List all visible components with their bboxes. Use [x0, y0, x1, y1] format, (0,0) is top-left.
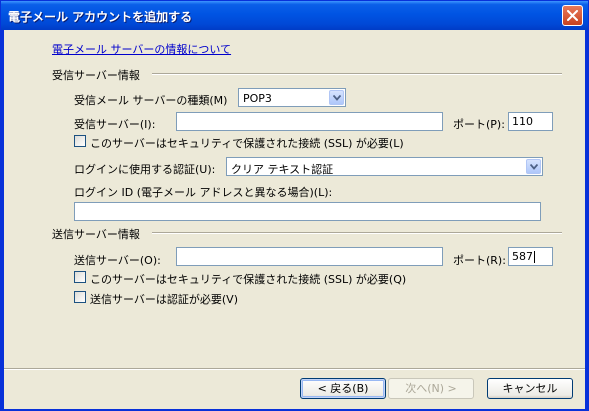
incoming-ssl-label[interactable]: このサーバーはセキュリティで保護された接続 (SSL) が必要(L) — [90, 135, 404, 151]
incoming-port-label: ポート(P): — [453, 118, 505, 131]
cancel-button[interactable]: キャンセル — [487, 378, 573, 399]
outgoing-section-divider — [152, 232, 562, 234]
dialog-body: 電子メール サーバーの情報について 受信サーバー情報 受信メール サーバーの種類… — [4, 30, 585, 409]
outgoing-server-label: 送信サーバー(O): — [74, 254, 161, 267]
outgoing-auth-checkbox[interactable] — [74, 291, 86, 303]
dropdown-button[interactable] — [526, 159, 541, 174]
incoming-server-label: 受信サーバー(I): — [74, 118, 156, 131]
auth-method-label: ログインに使用する認証(U): — [74, 163, 216, 176]
incoming-type-value: POP3 — [243, 92, 272, 105]
button-area-divider — [4, 368, 585, 370]
outgoing-auth-label[interactable]: 送信サーバーは認証が必要(V) — [90, 291, 238, 307]
next-button[interactable]: 次へ(N) > — [388, 378, 474, 399]
outgoing-port-input[interactable]: 587 — [508, 247, 553, 266]
incoming-port-input[interactable]: 110 — [508, 112, 553, 131]
outgoing-section-label: 送信サーバー情報 — [52, 228, 140, 241]
incoming-ssl-checkbox[interactable] — [74, 135, 86, 147]
text-caret — [534, 251, 535, 263]
incoming-server-input[interactable] — [176, 112, 443, 131]
outgoing-port-value: 587 — [512, 250, 533, 263]
auth-method-select[interactable]: クリア テキスト認証 — [226, 157, 543, 176]
login-id-label: ログイン ID (電子メール アドレスと異なる場合)(L): — [74, 186, 333, 199]
outgoing-ssl-label[interactable]: このサーバーはセキュリティで保護された接続 (SSL) が必要(Q) — [90, 271, 406, 287]
outgoing-ssl-checkbox[interactable] — [74, 271, 86, 283]
back-button[interactable]: < 戻る(B) — [300, 378, 386, 399]
outgoing-port-label: ポート(R): — [453, 254, 506, 267]
title-bar[interactable]: 電子メール アカウントを追加する — [1, 1, 588, 30]
dialog-window: 電子メール アカウントを追加する 電子メール サーバーの情報について 受信サーバ… — [0, 0, 589, 411]
outgoing-server-input[interactable] — [176, 247, 443, 266]
incoming-type-label: 受信メール サーバーの種類(M) — [74, 94, 228, 107]
server-info-link[interactable]: 電子メール サーバーの情報について — [52, 41, 231, 57]
auth-method-value: クリア テキスト認証 — [231, 163, 334, 176]
incoming-section-label: 受信サーバー情報 — [52, 69, 140, 82]
login-id-input[interactable] — [74, 202, 541, 221]
window-title: 電子メール アカウントを追加する — [8, 10, 193, 24]
incoming-type-select[interactable]: POP3 — [238, 88, 346, 107]
chevron-down-icon — [333, 95, 341, 101]
chevron-down-icon — [530, 164, 538, 170]
close-button[interactable] — [562, 5, 583, 26]
incoming-section-divider — [152, 73, 562, 75]
dropdown-button[interactable] — [329, 90, 344, 105]
close-icon — [567, 10, 578, 21]
